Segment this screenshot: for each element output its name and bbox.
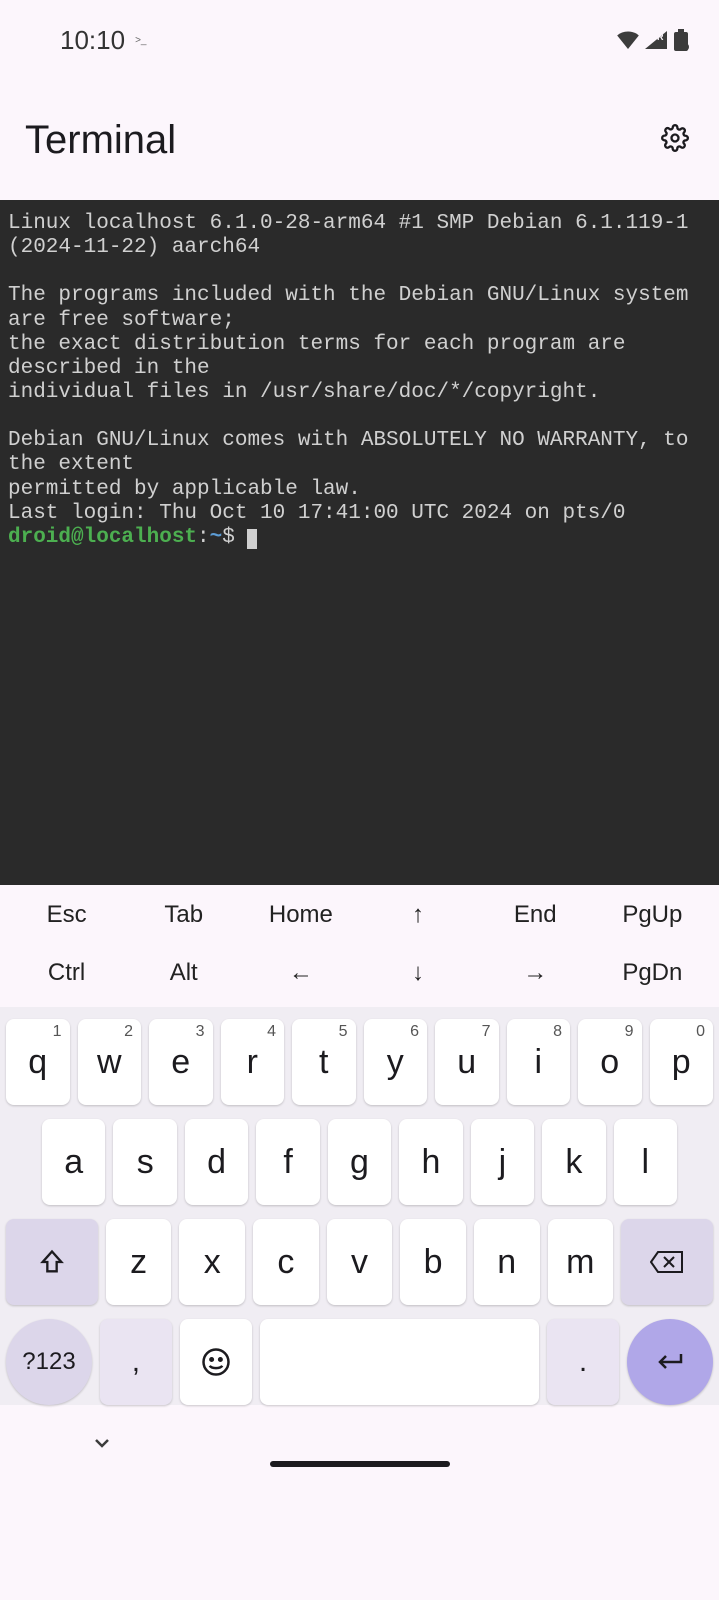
key-symbols[interactable]: ?123	[6, 1319, 92, 1405]
terminal-indicator-icon: >_	[135, 35, 146, 46]
key-z[interactable]: z	[106, 1219, 172, 1305]
key-s[interactable]: s	[113, 1119, 176, 1205]
key-j[interactable]: j	[471, 1119, 534, 1205]
cursor-icon	[247, 529, 257, 549]
key-i[interactable]: i8	[507, 1019, 571, 1105]
system-nav-bar	[0, 1419, 719, 1509]
key-c[interactable]: c	[253, 1219, 319, 1305]
prompt-dollar: $	[222, 526, 247, 549]
page-title: Terminal	[25, 118, 176, 163]
key-period[interactable]: .	[547, 1319, 619, 1405]
svg-text:R: R	[657, 32, 664, 42]
navkey-alt[interactable]: Alt	[129, 959, 239, 987]
key-r[interactable]: r4	[221, 1019, 285, 1105]
terminal-line: Last login: Thu Oct 10 17:41:00 UTC 2024…	[8, 502, 626, 525]
key-v[interactable]: v	[327, 1219, 393, 1305]
key-y[interactable]: y6	[364, 1019, 428, 1105]
nav-pill[interactable]	[270, 1461, 450, 1467]
backspace-icon	[650, 1249, 684, 1275]
settings-button[interactable]	[661, 124, 689, 157]
key-emoji[interactable]	[180, 1319, 252, 1405]
kb-row3: z x c v b n m	[6, 1219, 713, 1305]
keyboard-collapse-button[interactable]	[90, 1431, 114, 1460]
key-d[interactable]: d	[185, 1119, 248, 1205]
key-f[interactable]: f	[256, 1119, 319, 1205]
prompt-path: ~	[210, 526, 223, 549]
clock: 10:10	[60, 25, 125, 56]
prompt-user: droid@localhost	[8, 526, 197, 549]
kb-row1: q1 w2 e3 r4 t5 y6 u7 i8 o9 p0	[6, 1019, 713, 1105]
key-a[interactable]: a	[42, 1119, 105, 1205]
key-q[interactable]: q1	[6, 1019, 70, 1105]
shift-icon	[38, 1248, 66, 1276]
key-w[interactable]: w2	[78, 1019, 142, 1105]
key-l[interactable]: l	[614, 1119, 677, 1205]
soft-keyboard: q1 w2 e3 r4 t5 y6 u7 i8 o9 p0 a s d f g …	[0, 1007, 719, 1405]
terminal-line: The programs included with the Debian GN…	[8, 284, 701, 331]
navkey-left[interactable]: ←	[246, 959, 356, 987]
status-right: R	[617, 29, 689, 51]
key-shift[interactable]	[6, 1219, 98, 1305]
status-left: 10:10 >_	[60, 25, 146, 56]
terminal-line: the exact distribution terms for each pr…	[8, 333, 638, 380]
navkey-home[interactable]: Home	[246, 901, 356, 929]
key-u[interactable]: u7	[435, 1019, 499, 1105]
terminal-line: Debian GNU/Linux comes with ABSOLUTELY N…	[8, 429, 701, 476]
navkey-row: Ctrl Alt ← ↓ → PgDn	[8, 959, 711, 987]
key-space[interactable]	[260, 1319, 539, 1405]
kb-row2: a s d f g h j k l	[6, 1119, 713, 1205]
terminal-line: individual files in /usr/share/doc/*/cop…	[8, 381, 600, 404]
key-n[interactable]: n	[474, 1219, 540, 1305]
navkey-end[interactable]: End	[480, 901, 590, 929]
gear-icon	[661, 124, 689, 152]
navkey-down[interactable]: ↓	[363, 959, 473, 987]
key-b[interactable]: b	[400, 1219, 466, 1305]
wifi-icon	[617, 31, 639, 49]
key-t[interactable]: t5	[292, 1019, 356, 1105]
navkey-pgup[interactable]: PgUp	[597, 901, 707, 929]
kb-row4: ?123 , .	[6, 1319, 713, 1405]
key-p[interactable]: p0	[650, 1019, 714, 1105]
prompt-sep: :	[197, 526, 210, 549]
key-h[interactable]: h	[399, 1119, 462, 1205]
battery-icon	[673, 29, 689, 51]
navkey-ctrl[interactable]: Ctrl	[12, 959, 122, 987]
emoji-icon	[201, 1347, 231, 1377]
navkey-up[interactable]: ↑	[363, 901, 473, 929]
key-x[interactable]: x	[179, 1219, 245, 1305]
status-bar: 10:10 >_ R	[0, 0, 719, 80]
terminal-line: Linux localhost 6.1.0-28-arm64 #1 SMP De…	[8, 212, 701, 259]
key-k[interactable]: k	[542, 1119, 605, 1205]
key-e[interactable]: e3	[149, 1019, 213, 1105]
navkey-pgdn[interactable]: PgDn	[597, 959, 707, 987]
navkey-right[interactable]: →	[480, 959, 590, 987]
chevron-down-icon	[90, 1431, 114, 1455]
enter-icon	[655, 1350, 685, 1374]
navkey-esc[interactable]: Esc	[12, 901, 122, 929]
key-enter[interactable]	[627, 1319, 713, 1405]
key-g[interactable]: g	[328, 1119, 391, 1205]
navkey-tab[interactable]: Tab	[129, 901, 239, 929]
key-m[interactable]: m	[548, 1219, 614, 1305]
navkey-row: Esc Tab Home ↑ End PgUp	[8, 901, 711, 929]
signal-icon: R	[645, 31, 667, 49]
key-backspace[interactable]	[621, 1219, 713, 1305]
app-bar: Terminal	[0, 80, 719, 200]
key-comma[interactable]: ,	[100, 1319, 172, 1405]
key-o[interactable]: o9	[578, 1019, 642, 1105]
terminal-navkeys: Esc Tab Home ↑ End PgUp Ctrl Alt ← ↓ → P…	[0, 885, 719, 1007]
terminal-line: permitted by applicable law.	[8, 478, 361, 501]
terminal-output[interactable]: Linux localhost 6.1.0-28-arm64 #1 SMP De…	[0, 200, 719, 885]
